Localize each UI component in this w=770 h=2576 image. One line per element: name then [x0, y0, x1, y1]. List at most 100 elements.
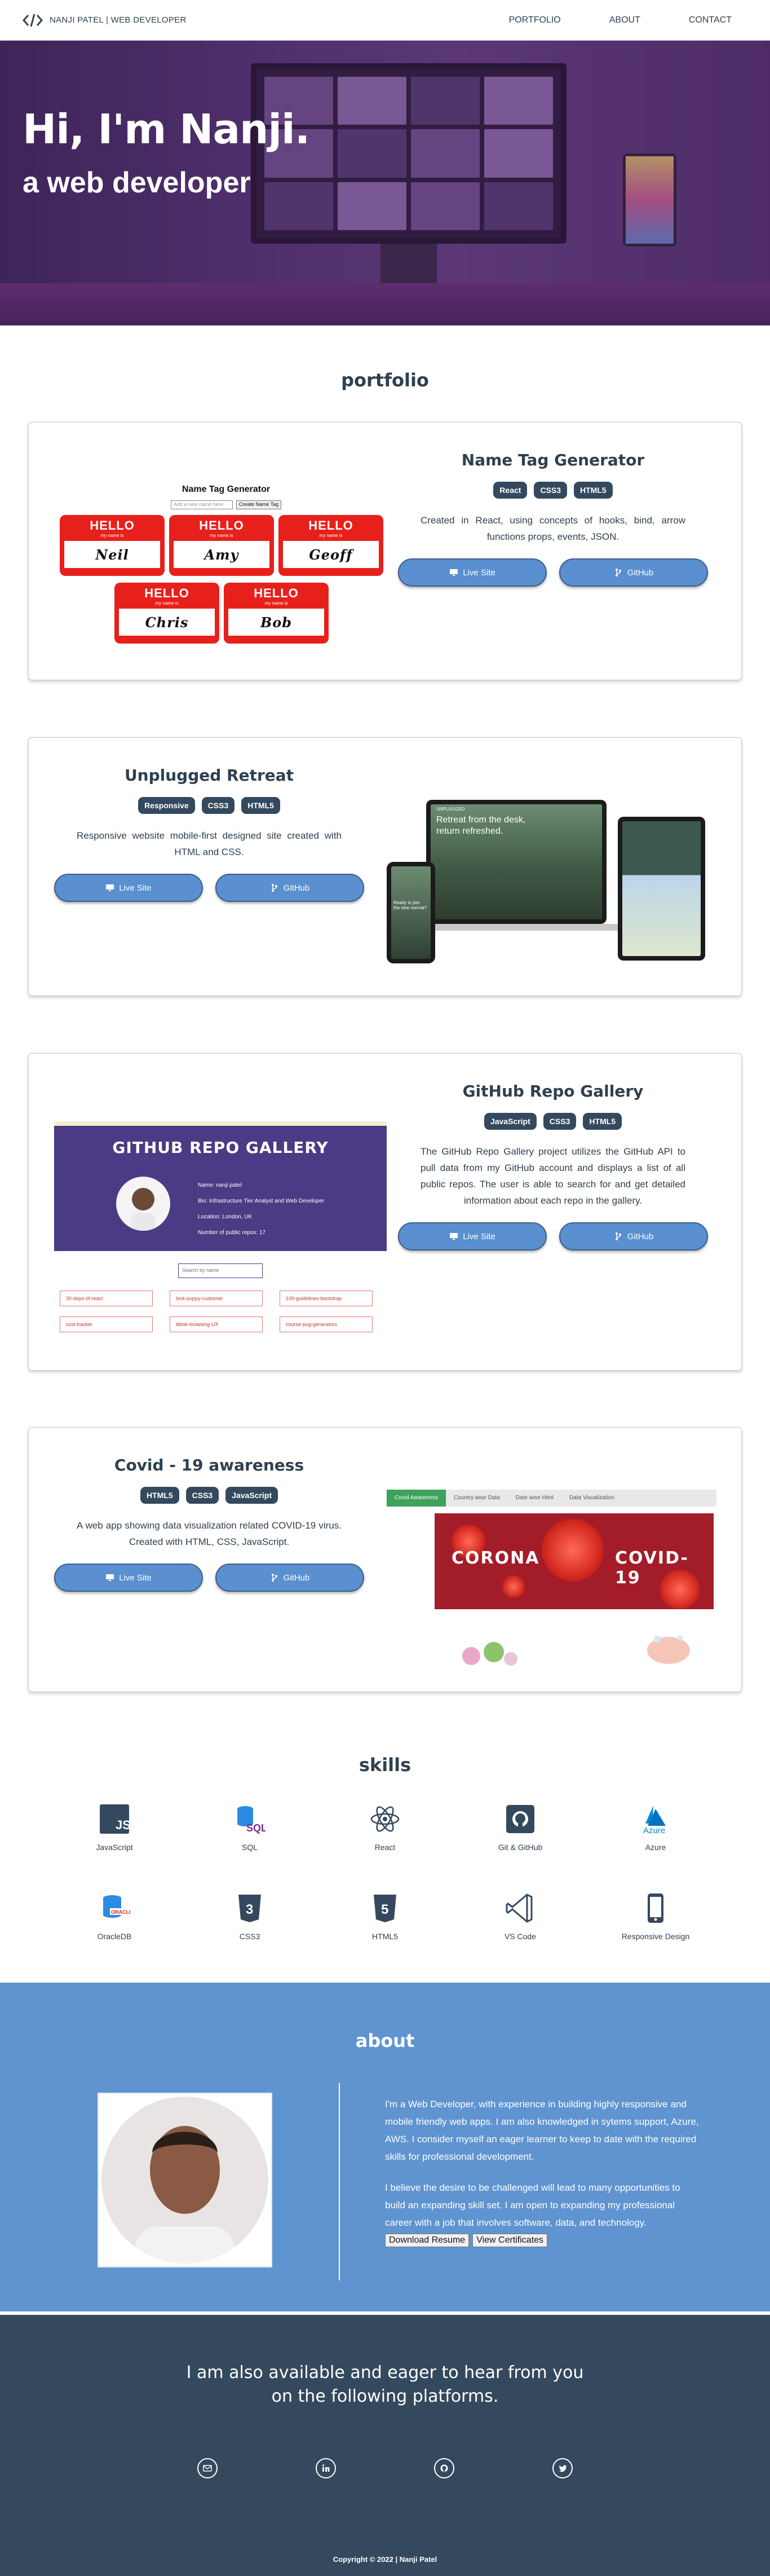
project-info: GitHub Repo Gallery JavaScript CSS3 HTML…: [395, 1082, 711, 1250]
live-site-button[interactable]: Live Site: [54, 874, 203, 902]
skill-javascript: JS JavaScript: [72, 1803, 157, 1852]
skills-heading: skills: [359, 1754, 411, 1776]
laptop-mockup: Retreat from the desk, return refreshed.…: [426, 800, 607, 924]
live-site-button[interactable]: Live Site: [398, 1222, 547, 1250]
covid-tab: Date wise Html: [515, 1495, 554, 1501]
github-button[interactable]: GitHub: [215, 874, 364, 902]
skill-oracledb: ORACLE OracleDB: [72, 1892, 157, 1941]
mobile-icon: [648, 1894, 663, 1923]
gallery-title: GITHUB REPO GALLERY: [112, 1138, 329, 1157]
about-paragraph: I'm a Web Developer, with experience in …: [385, 2099, 699, 2162]
repo-item: 100-guidelines-bootstrap: [280, 1291, 373, 1306]
project-description: A web app showing data visualization rel…: [77, 1520, 342, 1547]
project-info: Name Tag Generator React CSS3 HTML5 Crea…: [395, 451, 711, 587]
covid-tab: Covid Awareness: [387, 1490, 446, 1507]
about-heading: about: [355, 2030, 415, 2051]
name-tag: HELLO my name is Geoff: [278, 515, 383, 576]
live-site-button[interactable]: Live Site: [54, 1564, 203, 1592]
project-title: GitHub Repo Gallery: [462, 1082, 644, 1100]
github-link[interactable]: [434, 2458, 454, 2478]
github-label: GitHub: [627, 567, 654, 578]
live-site-label: Live Site: [119, 883, 152, 893]
project-card-unplugged: Unplugged Retreat Responsive CSS3 HTML5 …: [28, 737, 742, 996]
nav-link-contact[interactable]: CONTACT: [689, 15, 732, 25]
email-link[interactable]: [197, 2458, 218, 2478]
project-buttons: Live Site GitHub: [51, 874, 367, 902]
view-certificates-button[interactable]: View Certificates: [472, 2234, 548, 2247]
phone-mockup-text: Ready to join the new normal?: [393, 900, 427, 910]
skill-css3: 3 CSS3: [207, 1892, 292, 1941]
project-buttons: Live Site GitHub: [395, 558, 711, 587]
nav-link-about[interactable]: ABOUT: [609, 15, 640, 25]
nav-link-portfolio[interactable]: PORTFOLIO: [509, 15, 561, 25]
tablet-mockup: [618, 817, 705, 961]
name-tag: HELLO my name is Chris: [114, 583, 219, 644]
skill-html5: 5 HTML5: [343, 1892, 427, 1941]
svg-text:SQL: SQL: [246, 1822, 265, 1834]
live-site-label: Live Site: [119, 1573, 152, 1583]
github-label: GitHub: [283, 1573, 310, 1583]
name-tag: HELLO my name is Neil: [60, 515, 165, 576]
desktop-icon: [106, 884, 114, 891]
project-card-github-gallery: GITHUB REPO GALLERY Name: nanji patel Bi…: [28, 1053, 742, 1371]
svg-text:ORACLE: ORACLE: [111, 1909, 130, 1915]
virus-illustration: [462, 1642, 517, 1666]
linkedin-link[interactable]: [316, 2458, 336, 2478]
contact-section: I am also available and eager to hear fr…: [0, 2315, 770, 2576]
tech-badges: React CSS3 HTML5: [395, 482, 711, 499]
live-site-label: Live Site: [463, 1231, 495, 1241]
brand-text: NANJI PATEL | WEB DEVELOPER: [50, 15, 187, 25]
hero-section: Hi, I'm Nanji. a web developer: [0, 41, 770, 325]
download-resume-button[interactable]: Download Resume: [385, 2234, 470, 2247]
html5-icon: 5: [374, 1895, 396, 1922]
about-section: about I'm a Web Developer, with experien…: [0, 1983, 770, 2311]
github-label: GitHub: [283, 883, 310, 893]
linkedin-icon: [322, 2464, 330, 2472]
repo-item: tiktok-browsing-UX: [170, 1316, 263, 1332]
about-paragraph: I believe the desire to be challenged wi…: [385, 2182, 680, 2228]
project-description: The GitHub Repo Gallery project utilizes…: [421, 1146, 685, 1206]
hero-title: Hi, I'm Nanji.: [23, 105, 310, 153]
gallery-avatar: [116, 1177, 170, 1231]
skill-azure: Azure Azure: [613, 1803, 698, 1852]
covid-tabs: Covid Awareness Country wise Data Date w…: [387, 1490, 716, 1507]
github-button[interactable]: GitHub: [559, 1222, 708, 1250]
navbar: NANJI PATEL | WEB DEVELOPER PORTFOLIO AB…: [0, 0, 770, 41]
project-description: Created in React, using concepts of hook…: [421, 515, 685, 542]
github-icon: [506, 1805, 534, 1833]
svg-text:3: 3: [246, 1902, 253, 1917]
badge: HTML5: [140, 1487, 179, 1504]
covid-banner-right-text: COVID-19: [615, 1548, 689, 1588]
live-site-button[interactable]: Live Site: [398, 558, 547, 587]
about-text: I'm a Web Developer, with experience in …: [385, 2095, 701, 2247]
preview-input: Add a new name here: [170, 500, 233, 509]
skill-label: HTML5: [372, 1932, 398, 1941]
project-info: Unplugged Retreat Responsive CSS3 HTML5 …: [51, 766, 367, 902]
contact-heading: I am also available and eager to hear fr…: [0, 2361, 770, 2408]
badge: CSS3: [543, 1113, 577, 1130]
github-button[interactable]: GitHub: [559, 558, 708, 587]
tech-badges: JavaScript CSS3 HTML5: [395, 1113, 711, 1130]
gallery-header: GITHUB REPO GALLERY Name: nanji patel Bi…: [54, 1121, 387, 1251]
skill-label: VS Code: [504, 1932, 537, 1941]
preview-button: Create Name Tag: [236, 500, 282, 509]
unplugged-device-mockup: Retreat from the desk, return refreshed.…: [387, 800, 714, 969]
repo-item: 30-days-of-react: [60, 1291, 153, 1306]
brand[interactable]: NANJI PATEL | WEB DEVELOPER: [23, 14, 187, 27]
skill-label: CSS3: [239, 1932, 260, 1941]
mockup-logo: UNPLUGGED: [436, 807, 465, 812]
skill-label: React: [374, 1843, 396, 1852]
project-buttons: Live Site GitHub: [395, 1222, 711, 1250]
phone-mockup: Ready to join the new normal?: [387, 862, 435, 963]
project-title: Covid - 19 awareness: [114, 1456, 304, 1474]
covid-banner-left-text: CORONA: [452, 1548, 540, 1568]
portfolio-heading: portfolio: [341, 369, 429, 391]
project-description: Responsive website mobile-first designed…: [77, 830, 342, 857]
twitter-link[interactable]: [552, 2458, 573, 2478]
skill-git-github: Git & GitHub: [478, 1803, 563, 1852]
badge: JavaScript: [484, 1113, 537, 1130]
github-button[interactable]: GitHub: [215, 1564, 364, 1592]
covid-preview: Covid Awareness Country wise Data Date w…: [387, 1490, 716, 1676]
badge: HTML5: [241, 797, 280, 814]
badge: CSS3: [201, 797, 235, 814]
